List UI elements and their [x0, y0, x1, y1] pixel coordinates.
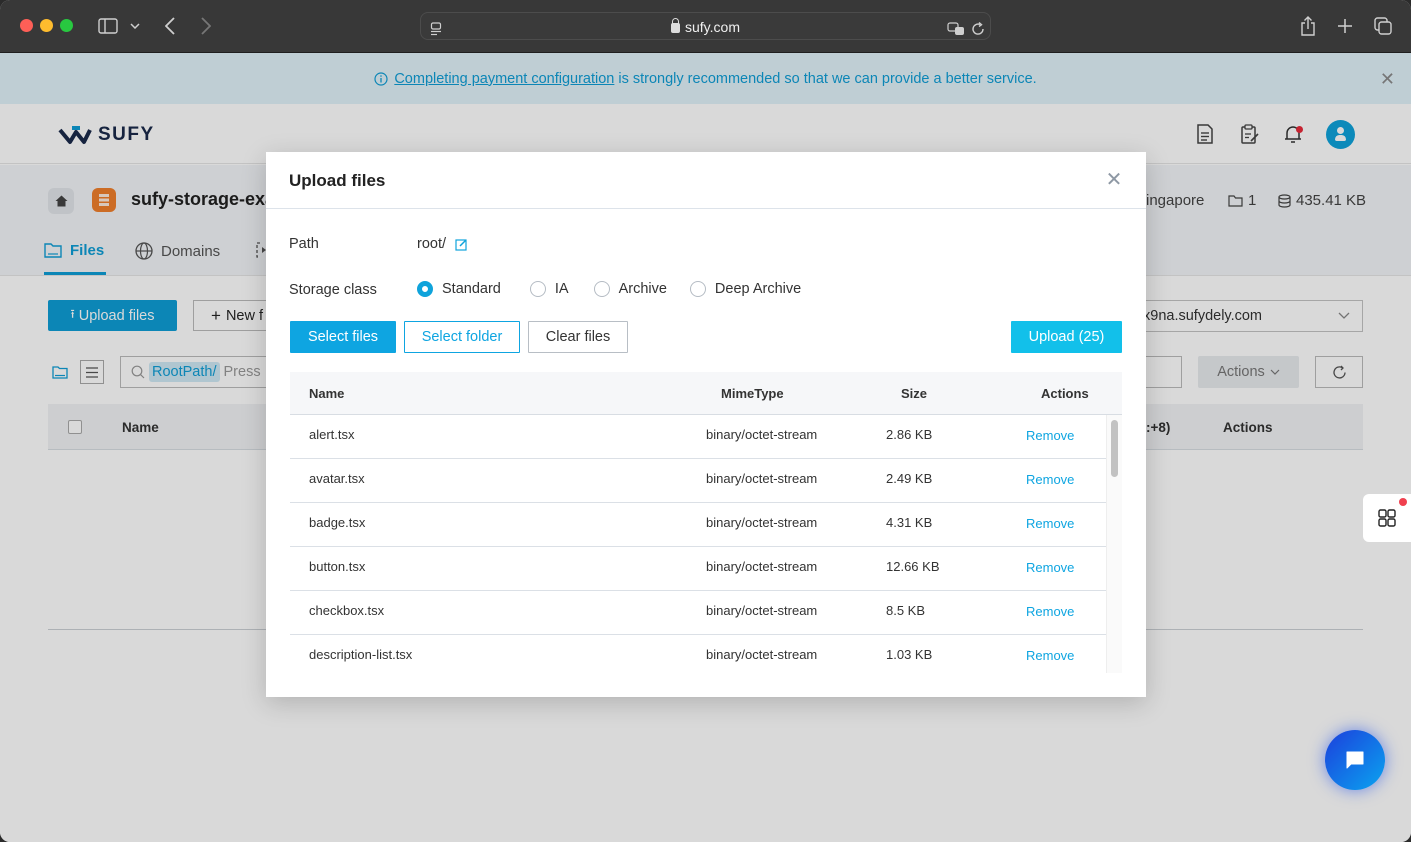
upload-button[interactable]: Upload (25) — [1011, 321, 1122, 353]
lock-icon — [671, 18, 680, 33]
radio-circle[interactable] — [593, 281, 610, 297]
translate-icon[interactable] — [947, 17, 965, 41]
tabs-overview-icon[interactable] — [1373, 14, 1393, 38]
remove-link[interactable]: Remove — [1026, 648, 1074, 663]
file-name: description-list.tsx — [309, 647, 413, 662]
radio-circle[interactable] — [417, 281, 433, 297]
table-row: badge.tsx binary/octet-stream 4.31 KB Remov… — [290, 503, 1106, 547]
table-header: Name MimeType Size Actions — [290, 372, 1122, 415]
storage-class-radio-group: Standard IA Archive Deep Archive — [417, 281, 820, 297]
file-mimetype: binary/octet-stream — [706, 603, 818, 618]
maximize-window-button[interactable] — [60, 19, 73, 32]
column-name: Name — [309, 386, 345, 401]
column-actions: Actions — [1041, 386, 1089, 401]
table-body: alert.tsx binary/octet-stream 2.86 KB Remov… — [290, 415, 1106, 673]
reload-icon[interactable] — [971, 17, 985, 41]
remove-link[interactable]: Remove — [1026, 560, 1074, 575]
radio-deep-archive[interactable]: Deep Archive — [689, 281, 801, 297]
new-tab-icon[interactable] — [1336, 14, 1354, 38]
edit-icon[interactable] — [455, 238, 468, 251]
table-scrollbar[interactable] — [1106, 415, 1122, 673]
table-row: avatar.tsx binary/octet-stream 2.49 KB Remo… — [290, 459, 1106, 503]
modal-header: Upload files ✕ — [266, 152, 1146, 209]
browser-window: sufy.com Completing payment configuratio… — [0, 0, 1411, 842]
remove-link[interactable]: Remove — [1026, 472, 1074, 487]
select-folder-button[interactable]: Select folder — [404, 321, 520, 353]
table-row: alert.tsx binary/octet-stream 2.86 KB Remov… — [290, 415, 1106, 459]
radio-ia[interactable]: IA — [529, 281, 569, 297]
remove-link[interactable]: Remove — [1026, 604, 1074, 619]
storage-class-label: Storage class — [289, 282, 377, 298]
select-files-button[interactable]: Select files — [290, 321, 396, 353]
chevron-down-icon[interactable] — [129, 14, 141, 38]
column-mimetype: MimeType — [721, 386, 784, 401]
table-row: checkbox.tsx binary/octet-stream 8.5 KB Rem… — [290, 591, 1106, 635]
scrollbar-thumb[interactable] — [1111, 420, 1118, 477]
path-label: Path — [289, 236, 319, 252]
radio-standard[interactable]: Standard — [417, 281, 501, 297]
file-size: 4.31 KB — [886, 515, 933, 530]
close-window-button[interactable] — [20, 19, 33, 32]
url-text: sufy.com — [685, 19, 740, 35]
share-icon[interactable] — [1299, 14, 1317, 38]
file-size: 2.49 KB — [886, 471, 933, 486]
upload-file-table: Name MimeType Size Actions alert.tsx bina… — [290, 372, 1122, 673]
column-size: Size — [901, 386, 928, 401]
sidebar-icon[interactable] — [97, 14, 119, 38]
notification-badge — [1399, 498, 1407, 506]
browser-toolbar: sufy.com — [0, 0, 1411, 53]
file-mimetype: binary/octet-stream — [706, 647, 818, 662]
file-size: 2.86 KB — [886, 427, 933, 442]
file-size: 1.03 KB — [886, 647, 933, 662]
close-icon[interactable]: ✕ — [1104, 167, 1124, 191]
file-mimetype: binary/octet-stream — [706, 559, 818, 574]
chat-button[interactable] — [1325, 730, 1385, 790]
upload-files-modal: Upload files ✕ Path root/ Storage class … — [266, 152, 1146, 697]
grid-icon — [1378, 509, 1396, 527]
file-name: button.tsx — [309, 559, 366, 574]
file-size: 8.5 KB — [886, 603, 926, 618]
file-size: 12.66 KB — [886, 559, 940, 574]
apps-widget-button[interactable] — [1363, 494, 1411, 542]
modal-title: Upload files — [289, 171, 386, 190]
file-name: avatar.tsx — [309, 471, 365, 486]
radio-circle[interactable] — [689, 281, 706, 297]
file-name: alert.tsx — [309, 427, 355, 442]
minimize-window-button[interactable] — [40, 19, 53, 32]
path-value: root/ — [417, 236, 468, 252]
radio-circle[interactable] — [529, 281, 546, 297]
chat-icon — [1346, 751, 1364, 769]
file-name: checkbox.tsx — [309, 603, 385, 618]
table-row: description-list.tsx binary/octet-stream 1… — [290, 635, 1106, 673]
file-mimetype: binary/octet-stream — [706, 515, 818, 530]
remove-link[interactable]: Remove — [1026, 516, 1074, 531]
address-bar[interactable]: sufy.com — [420, 12, 991, 40]
radio-archive[interactable]: Archive — [593, 281, 667, 297]
back-icon[interactable] — [162, 14, 178, 38]
file-mimetype: binary/octet-stream — [706, 471, 818, 486]
file-mimetype: binary/octet-stream — [706, 427, 818, 442]
forward-icon[interactable] — [198, 14, 214, 38]
file-name: badge.tsx — [309, 515, 366, 530]
clear-files-button[interactable]: Clear files — [528, 321, 628, 353]
remove-link[interactable]: Remove — [1026, 428, 1074, 443]
table-row: button.tsx binary/octet-stream 12.66 KB Rem… — [290, 547, 1106, 591]
